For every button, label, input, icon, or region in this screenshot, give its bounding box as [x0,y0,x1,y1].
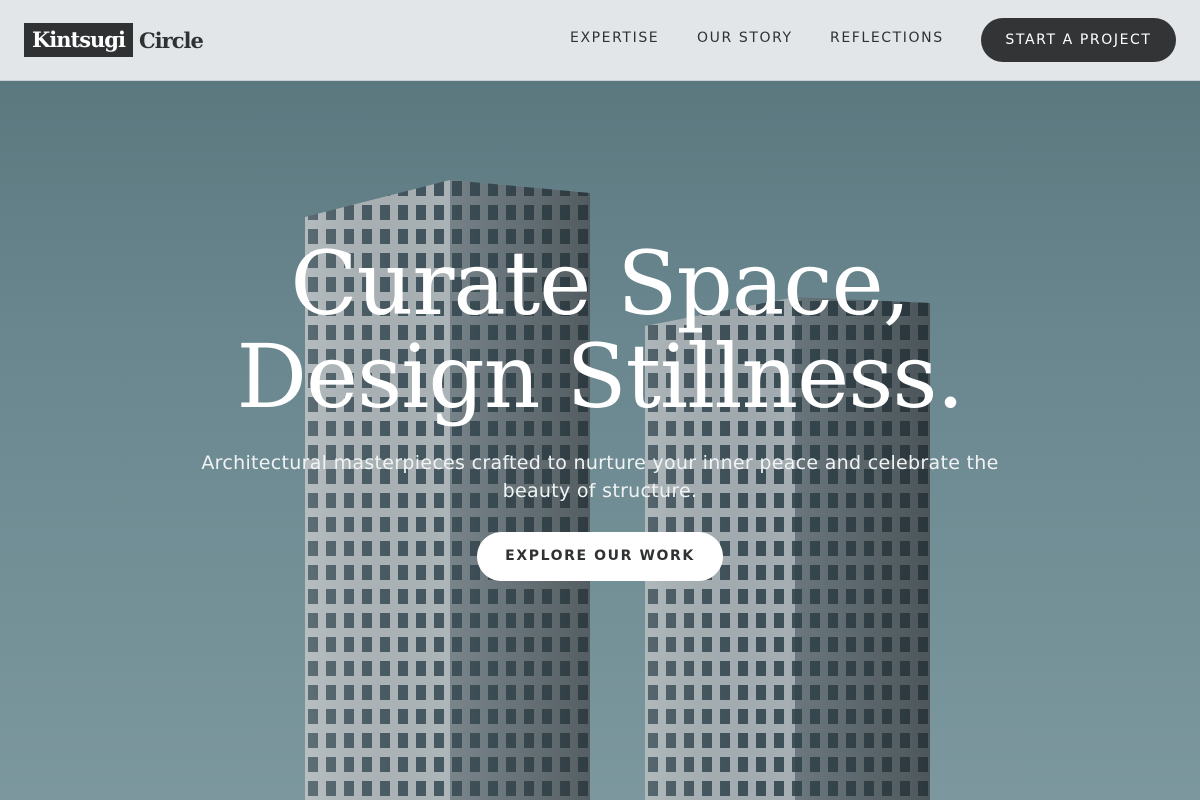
site-header: Kintsugi Circle EXPERTISE OUR STORY REFL… [0,0,1200,81]
nav-link-reflections[interactable]: REFLECTIONS [830,30,944,46]
brand-logo[interactable]: Kintsugi Circle [24,23,204,57]
hero-background-image [0,81,1200,800]
start-project-button[interactable]: START A PROJECT [981,18,1176,62]
nav-link-our-story[interactable]: OUR STORY [697,30,793,46]
hero-headline-line1: Curate Space, [290,232,910,335]
hero-headline: Curate Space, Design Stillness. [0,237,1200,423]
hero-headline-line2: Design Stillness. [236,325,964,428]
explore-work-button[interactable]: EXPLORE OUR WORK [477,532,723,581]
logo-mark: Kintsugi [24,23,133,57]
hero-subtext: Architectural masterpieces crafted to nu… [201,452,999,502]
logo-wordmark: Circle [138,27,204,53]
hero-section: Curate Space, Design Stillness. Architec… [0,81,1200,800]
nav-link-expertise[interactable]: EXPERTISE [570,30,659,46]
